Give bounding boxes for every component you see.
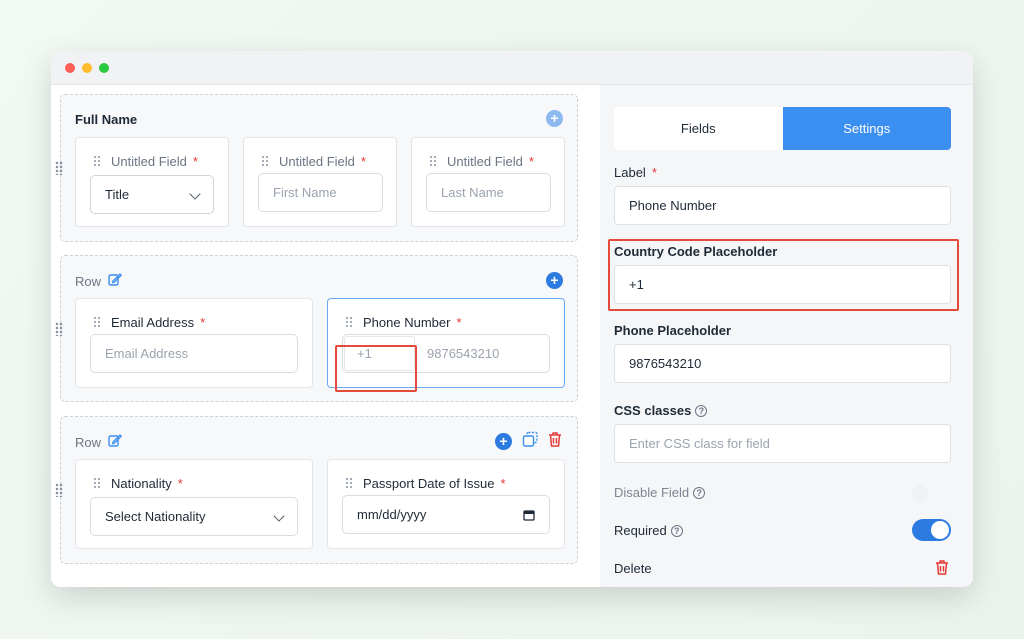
drag-handle-icon[interactable] [429, 155, 437, 167]
field-card-nationality[interactable]: Nationality * Select Nationality [75, 459, 313, 549]
drag-handle-icon[interactable] [55, 322, 63, 336]
help-icon[interactable]: ? [693, 487, 706, 499]
add-field-icon[interactable]: + [495, 433, 512, 450]
minimize-window-button[interactable] [82, 63, 92, 73]
phone-placeholder-title: Phone Placeholder [614, 323, 732, 338]
field-label: Untitled Field * [111, 154, 198, 169]
settings-panel: Fields Settings Label * Phone Number Coun… [600, 85, 973, 587]
field-label: Email Address * [111, 315, 206, 330]
field-card-title[interactable]: Untitled Field * Title [75, 137, 229, 227]
trash-icon[interactable] [934, 559, 950, 576]
panel-tabs: Fields Settings [614, 107, 951, 150]
help-icon[interactable]: ? [695, 405, 708, 417]
country-code-highlight [335, 345, 417, 392]
disable-field-title: Disable Field? [614, 485, 706, 500]
date-placeholder: mm/dd/yyyy [357, 507, 427, 522]
help-icon[interactable]: ? [670, 525, 683, 537]
field-card-first-name[interactable]: Untitled Field * First Name [243, 137, 397, 227]
drag-handle-icon[interactable] [345, 316, 353, 328]
row-label: Row [75, 274, 102, 289]
calendar-icon[interactable] [523, 509, 535, 521]
tab-settings[interactable]: Settings [782, 107, 951, 150]
drag-handle-icon[interactable] [93, 316, 101, 328]
phone-placeholder-input[interactable]: 9876543210 [614, 344, 951, 383]
field-label: Untitled Field * [447, 154, 534, 169]
label-input[interactable]: Phone Number [614, 186, 951, 225]
country-code-settings-highlight [608, 239, 959, 311]
close-window-button[interactable] [65, 63, 75, 73]
duplicate-icon[interactable] [522, 431, 539, 448]
title-select[interactable]: Title [90, 175, 214, 214]
disable-field-toggle[interactable] [912, 485, 928, 501]
row-label: Row [75, 435, 102, 450]
drag-handle-icon[interactable] [345, 477, 353, 489]
last-name-input[interactable]: Last Name [426, 173, 551, 212]
edit-icon[interactable] [108, 433, 122, 447]
field-card-last-name[interactable]: Untitled Field * Last Name [411, 137, 565, 227]
form-builder-canvas: Full Name + Untitled Field * Title Untitl… [51, 85, 591, 587]
group-title: Full Name [75, 112, 138, 127]
first-name-input[interactable]: First Name [258, 173, 383, 212]
nationality-select[interactable]: Select Nationality [90, 497, 298, 536]
delete-title: Delete [614, 561, 652, 576]
drag-handle-icon[interactable] [55, 483, 63, 497]
window-titlebar [51, 51, 973, 85]
select-value: Select Nationality [105, 509, 206, 524]
contact-row-group[interactable]: Row + Email Address * Email Address Phone… [55, 255, 578, 402]
add-field-icon[interactable]: + [546, 272, 563, 289]
toggle-knob [931, 521, 949, 539]
label-title: Label * [614, 165, 657, 180]
email-input[interactable]: Email Address [90, 334, 298, 373]
full-name-group[interactable]: Full Name + Untitled Field * Title Untitl… [55, 94, 578, 242]
field-label: Passport Date of Issue * [363, 476, 506, 491]
chevron-down-icon [189, 188, 201, 200]
field-label: Phone Number * [363, 315, 462, 330]
edit-icon[interactable] [108, 272, 122, 286]
tab-fields[interactable]: Fields [614, 107, 783, 150]
phone-placeholder: 9876543210 [427, 346, 500, 361]
required-toggle[interactable] [912, 519, 951, 541]
passport-date-input[interactable]: mm/dd/yyyy [342, 495, 550, 534]
required-title: Required? [614, 523, 683, 538]
drag-handle-icon[interactable] [93, 155, 101, 167]
css-classes-input[interactable]: Enter CSS class for field [614, 424, 951, 463]
chevron-down-icon [273, 510, 285, 522]
identity-row-group[interactable]: Row + Nationality * Select Nationality P… [55, 416, 578, 564]
css-classes-title: CSS classes? [614, 403, 708, 418]
drag-handle-icon[interactable] [55, 161, 63, 175]
field-label: Nationality * [111, 476, 183, 491]
drag-handle-icon[interactable] [93, 477, 101, 489]
add-field-icon[interactable]: + [546, 110, 563, 127]
field-card-email[interactable]: Email Address * Email Address [75, 298, 313, 388]
select-value: Title [105, 187, 130, 202]
drag-handle-icon[interactable] [261, 155, 269, 167]
trash-icon[interactable] [547, 431, 563, 448]
maximize-window-button[interactable] [99, 63, 109, 73]
app-window: Full Name + Untitled Field * Title Untitl… [51, 51, 973, 587]
field-label: Untitled Field * [279, 154, 366, 169]
field-card-passport-date[interactable]: Passport Date of Issue * mm/dd/yyyy [327, 459, 565, 549]
